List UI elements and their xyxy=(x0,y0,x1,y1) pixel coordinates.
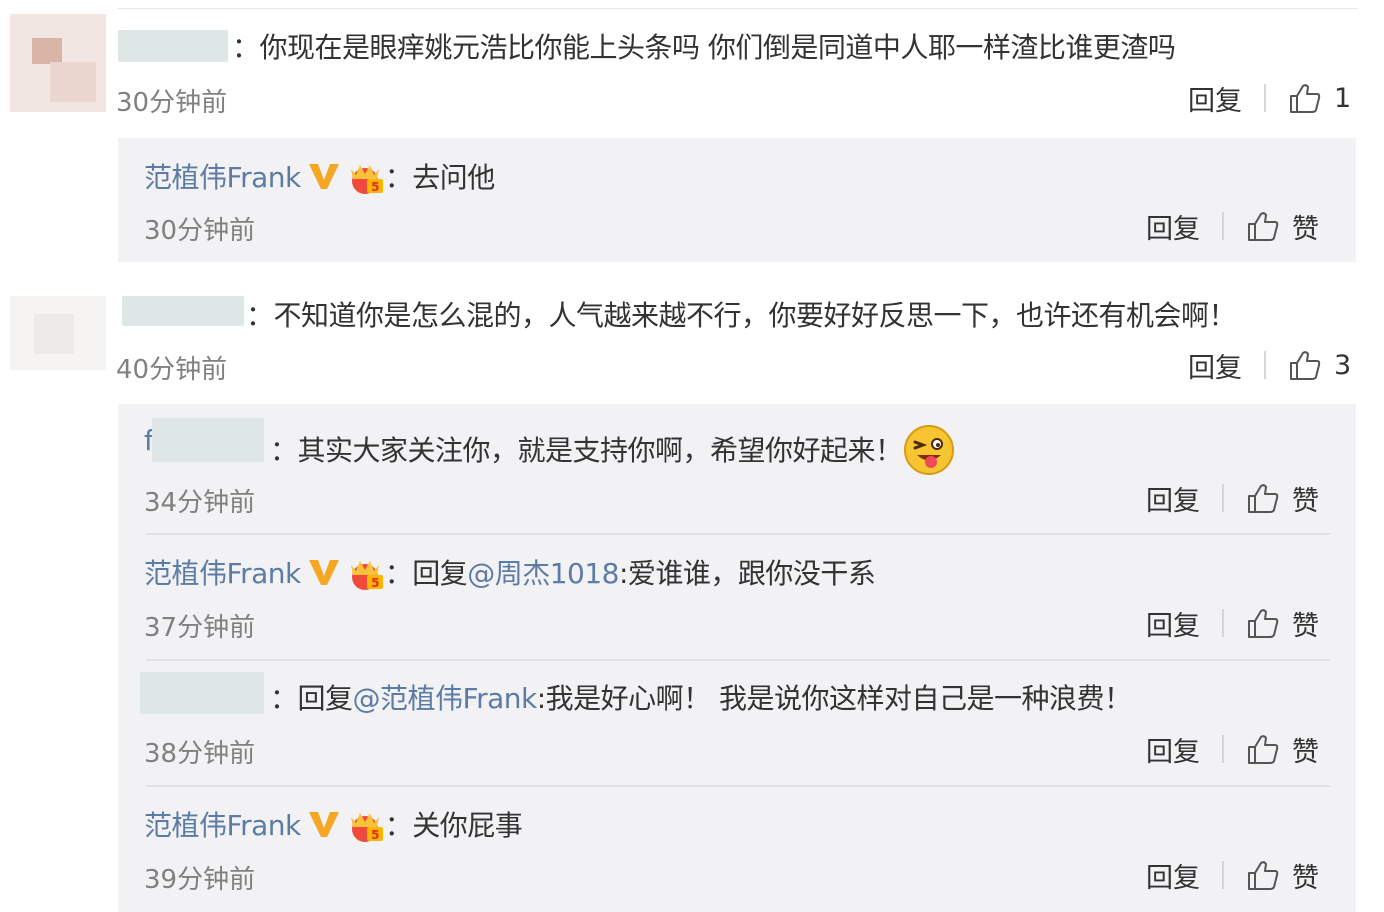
reply-item: 范植伟Frank ：回复@周杰1018:爱谁谁，跟你没干系 xyxy=(144,552,876,592)
like-count[interactable]: 1 xyxy=(1334,83,1351,114)
comment-actions: 回复 1 xyxy=(1188,79,1351,118)
reply-actions: 回复 赞 xyxy=(1146,856,1319,895)
member-crown-icon[interactable] xyxy=(345,807,385,843)
reply-text: ：关你屁事 xyxy=(384,809,523,842)
comment-actions: 回复 3 xyxy=(1188,346,1351,385)
reply-prefix: ：回复 xyxy=(384,557,468,590)
verified-v-icon xyxy=(308,164,339,189)
comment-text: ：不知道你是怎么混的，人气越来越不行，你要好好反思一下，也许还有机会啊！ xyxy=(246,299,1237,332)
reply-button[interactable]: 回复 xyxy=(1146,730,1200,769)
comment-time: 30分钟前 xyxy=(116,88,228,118)
username-blurred[interactable] xyxy=(122,296,244,326)
verified-v-icon xyxy=(308,812,339,837)
thumbs-up-icon[interactable] xyxy=(1246,210,1280,242)
reply-divider xyxy=(146,785,1330,787)
reply-text: ：去问他 xyxy=(384,161,496,194)
reply-actions: 回复 赞 xyxy=(1146,604,1319,643)
thumbs-up-icon[interactable] xyxy=(1246,733,1280,765)
reply-divider xyxy=(146,659,1330,661)
comment-time: 40分钟前 xyxy=(116,355,228,385)
thumbs-up-icon[interactable] xyxy=(1246,482,1280,514)
username-blurred[interactable] xyxy=(152,418,264,462)
action-divider xyxy=(1264,84,1266,112)
reply-item: ：回复@范植伟Frank:我是好心啊！ 我是说你这样对自己是一种浪费！ xyxy=(270,677,1132,717)
member-crown-icon[interactable] xyxy=(345,555,385,591)
verified-v-icon xyxy=(308,560,339,585)
tongue-wink-emoji-icon xyxy=(903,424,955,476)
reply-divider xyxy=(146,533,1330,535)
reply-prefix: ：回复 xyxy=(270,682,353,715)
thumbs-up-icon[interactable] xyxy=(1246,607,1280,639)
thumbs-up-icon[interactable] xyxy=(1288,349,1322,381)
like-label[interactable]: 赞 xyxy=(1292,730,1319,769)
thumbs-up-icon[interactable] xyxy=(1246,859,1280,891)
reply-text: :爱谁谁，跟你没干系 xyxy=(618,557,876,590)
action-divider xyxy=(1222,861,1224,889)
reply-time: 37分钟前 xyxy=(144,613,256,643)
avatar[interactable] xyxy=(10,296,106,370)
reply-actions: 回复 赞 xyxy=(1146,730,1319,769)
like-label[interactable]: 赞 xyxy=(1292,479,1319,518)
action-divider xyxy=(1264,351,1266,379)
reply-time: 34分钟前 xyxy=(144,488,256,518)
top-divider xyxy=(118,8,1358,9)
reply-item: ：其实大家关注你，就是支持你啊，希望你好起来！ xyxy=(270,424,955,476)
reply-button[interactable]: 回复 xyxy=(1188,79,1242,118)
reply-actions: 回复 赞 xyxy=(1146,479,1319,518)
reply-button[interactable]: 回复 xyxy=(1146,604,1200,643)
action-divider xyxy=(1222,735,1224,763)
reply-button[interactable]: 回复 xyxy=(1146,856,1200,895)
reply-button[interactable]: 回复 xyxy=(1146,207,1200,246)
reply-author-link[interactable]: 范植伟Frank xyxy=(144,809,301,842)
thumbs-up-icon[interactable] xyxy=(1288,82,1322,114)
like-label[interactable]: 赞 xyxy=(1292,604,1319,643)
reply-author-link[interactable]: 范植伟Frank xyxy=(144,161,301,194)
reply-time: 38分钟前 xyxy=(144,739,256,769)
action-divider xyxy=(1222,484,1224,512)
reply-item: 范植伟Frank ：关你屁事 xyxy=(144,804,523,844)
username-blurred[interactable] xyxy=(118,30,228,62)
action-divider xyxy=(1222,609,1224,637)
reply-list: 范植伟Frank ：去问他 30分钟前 回复 赞 xyxy=(118,138,1356,262)
reply-time: 39分钟前 xyxy=(144,865,256,895)
reply-text: ：其实大家关注你，就是支持你啊，希望你好起来！ xyxy=(270,434,903,467)
avatar[interactable] xyxy=(10,14,106,112)
reply-actions: 回复 赞 xyxy=(1146,207,1319,246)
member-crown-icon[interactable] xyxy=(345,159,385,195)
reply-author-link[interactable]: 范植伟Frank xyxy=(144,557,301,590)
like-label[interactable]: 赞 xyxy=(1292,856,1319,895)
reply-button[interactable]: 回复 xyxy=(1146,479,1200,518)
mention-link[interactable]: @周杰1018 xyxy=(467,557,619,590)
like-count[interactable]: 3 xyxy=(1334,350,1351,381)
username-blurred[interactable] xyxy=(140,672,264,714)
reply-button[interactable]: 回复 xyxy=(1188,346,1242,385)
comment-text: ：你现在是眼痒姚元浩比你能上头条吗 你们倒是同道中人耶一样渣比谁更渣吗 xyxy=(232,31,1176,64)
mention-link[interactable]: @范植伟Frank xyxy=(353,682,538,715)
reply-time: 30分钟前 xyxy=(144,216,256,246)
reply-item: 范植伟Frank ：去问他 xyxy=(144,156,495,196)
reply-text: :我是好心啊！ 我是说你这样对自己是一种浪费！ xyxy=(536,682,1132,715)
like-label[interactable]: 赞 xyxy=(1292,207,1319,246)
action-divider xyxy=(1222,212,1224,240)
